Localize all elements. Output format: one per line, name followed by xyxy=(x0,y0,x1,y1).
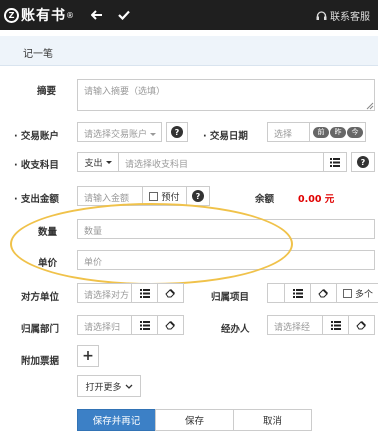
summary-label: 摘要 xyxy=(37,86,57,97)
category-input[interactable]: 请选择收支科目 xyxy=(118,152,324,172)
date-before-yesterday-button[interactable]: 前 xyxy=(313,126,329,138)
multi-label: 多个 xyxy=(355,289,374,300)
date-quick-buttons: 前 昨 今 xyxy=(309,122,366,142)
quantity-label: 数量 xyxy=(38,227,58,238)
eraser-icon xyxy=(165,289,175,298)
handler-input[interactable]: 请选择经 xyxy=(267,315,323,335)
app-name: 账有书 xyxy=(21,8,66,24)
panel-header: 记一笔 xyxy=(0,36,378,66)
account-select[interactable]: 请选择交易账户 xyxy=(77,122,162,142)
list-icon xyxy=(139,320,150,330)
unit-price-input[interactable]: 单价 xyxy=(77,250,375,270)
department-list-button[interactable] xyxy=(131,315,158,335)
question-icon: ? xyxy=(192,190,204,202)
registered-mark: ® xyxy=(66,10,74,20)
open-more-button[interactable]: 打开更多 xyxy=(77,375,141,397)
account-placeholder: 请选择交易账户 xyxy=(84,130,148,140)
account-help-button[interactable]: ? xyxy=(166,122,188,142)
chevron-down-icon xyxy=(150,133,157,136)
category-type-value: 支出 xyxy=(84,158,103,169)
department-input[interactable]: 请选择归 xyxy=(77,315,132,335)
attachment-label: 附加票据 xyxy=(21,356,60,367)
counterparty-label: 对方单位 xyxy=(21,292,60,303)
balance-label: 余额 xyxy=(255,194,275,205)
checkbox-icon xyxy=(149,191,159,201)
category-help-button[interactable]: ? xyxy=(351,152,375,172)
eraser-icon xyxy=(318,289,328,298)
category-type-dropdown[interactable]: 支出 xyxy=(77,152,119,172)
save-button[interactable]: 保存 xyxy=(155,409,234,431)
add-attachment-button[interactable]: + xyxy=(77,345,99,367)
date-label: · 交易日期 xyxy=(203,131,248,142)
handler-clear-button[interactable] xyxy=(348,315,375,335)
save-and-new-button[interactable]: 保存并再记 xyxy=(77,409,156,431)
contact-support-link[interactable]: 联系客服 xyxy=(316,8,370,23)
top-bar: Z 账有书 ® 联系客服 xyxy=(0,0,378,30)
handler-label: 经办人 xyxy=(221,324,250,335)
cancel-button[interactable]: 取消 xyxy=(233,409,312,431)
checkbox-icon xyxy=(343,288,352,298)
department-clear-button[interactable] xyxy=(157,315,184,335)
headset-icon xyxy=(316,10,327,20)
question-icon: ? xyxy=(357,156,369,168)
logo-mark: Z xyxy=(4,7,19,23)
list-icon xyxy=(292,288,303,298)
plus-icon: + xyxy=(82,348,94,364)
amount-label: · 支出金额 xyxy=(14,194,59,205)
account-label: · 交易账户 xyxy=(14,131,59,142)
date-today-button[interactable]: 今 xyxy=(347,126,363,138)
list-icon xyxy=(330,157,340,167)
counterparty-clear-button[interactable] xyxy=(157,283,184,303)
list-icon xyxy=(139,288,150,298)
category-label: · 收支科目 xyxy=(14,160,59,171)
list-icon xyxy=(330,320,341,330)
date-input[interactable]: 选择 xyxy=(267,122,310,142)
prepaid-label: 预付 xyxy=(161,192,180,203)
chevron-down-icon xyxy=(125,384,132,389)
open-more-label: 打开更多 xyxy=(85,382,122,393)
resize-handle-icon[interactable] xyxy=(366,102,374,110)
check-icon xyxy=(118,10,130,20)
project-input[interactable] xyxy=(267,283,285,303)
eraser-icon xyxy=(356,321,366,330)
question-icon: ? xyxy=(171,126,183,138)
project-label: 归属项目 xyxy=(211,292,250,303)
highlight-annotation xyxy=(10,203,293,285)
project-clear-button[interactable] xyxy=(310,283,337,303)
category-list-button[interactable] xyxy=(323,152,347,172)
amount-help-button[interactable]: ? xyxy=(186,186,210,206)
project-list-button[interactable] xyxy=(284,283,311,303)
confirm-button[interactable] xyxy=(117,8,131,22)
support-label: 联系客服 xyxy=(330,12,370,23)
project-multi-checkbox[interactable]: 多个 xyxy=(336,283,378,303)
counterparty-input[interactable]: 请选择对方 xyxy=(77,283,132,303)
date-yesterday-button[interactable]: 昨 xyxy=(330,126,346,138)
back-button[interactable] xyxy=(90,8,104,22)
balance-value: 0.00 元 xyxy=(298,194,335,205)
amount-input[interactable]: 请输入金额 xyxy=(77,186,143,206)
handler-list-button[interactable] xyxy=(322,315,349,335)
chevron-down-icon xyxy=(105,160,112,164)
eraser-icon xyxy=(165,321,175,330)
department-label: 归属部门 xyxy=(21,324,60,335)
app-logo[interactable]: Z 账有书 ® xyxy=(4,5,74,25)
counterparty-list-button[interactable] xyxy=(131,283,158,303)
summary-input[interactable]: 请输入摘要（选填） xyxy=(77,79,375,111)
arrow-left-icon xyxy=(91,10,102,20)
unit-price-label: 单价 xyxy=(38,258,58,269)
quantity-input[interactable]: 数量 xyxy=(77,219,375,239)
prepaid-checkbox[interactable]: 预付 xyxy=(142,186,187,206)
page-title: 记一笔 xyxy=(23,49,53,60)
